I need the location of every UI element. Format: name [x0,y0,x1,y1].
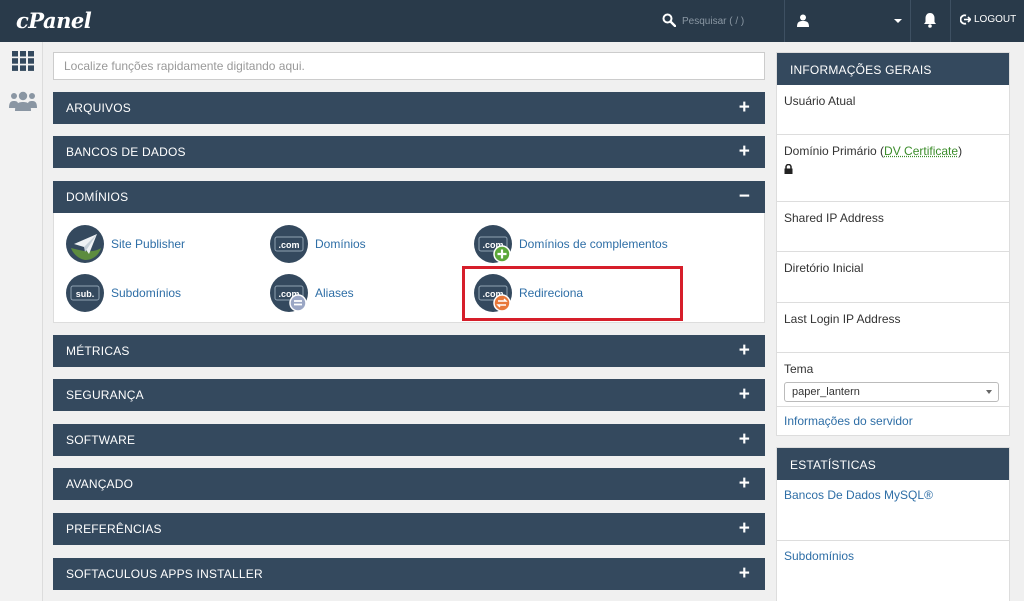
dot-com-alias-icon: .com [270,274,308,312]
chevron-down-icon [986,390,992,394]
search-icon[interactable] [662,13,676,27]
section-seguranca[interactable]: SEGURANÇA + [53,379,765,411]
dv-certificate-link[interactable]: DV Certificate [884,144,958,158]
plus-icon[interactable]: + [739,335,750,366]
app-dominios[interactable]: .com Domínios [269,224,366,264]
section-label: ARQUIVOS [66,101,131,115]
header-divider [910,0,911,42]
section-software[interactable]: SOFTWARE + [53,424,765,456]
app-aliases[interactable]: .com Aliases [269,273,354,313]
section-label: SOFTWARE [66,433,136,447]
section-label: AVANÇADO [66,477,134,491]
stats-row-mysql: Bancos De Dados MySQL® [777,480,1009,541]
usuario-atual-label: Usuário Atual [784,94,856,108]
app-label: Subdomínios [111,286,182,300]
section-preferencias[interactable]: PREFERÊNCIAS + [53,513,765,545]
mysql-stat-link[interactable]: Bancos De Dados MySQL® [784,488,933,502]
dot-com-text: .com [278,240,299,250]
plus-icon[interactable]: + [739,513,750,544]
logout-button[interactable]: LOGOUT [960,14,1016,25]
section-bancos-de-dados[interactable]: BANCOS DE DADOS + [53,136,765,168]
minus-icon[interactable]: − [739,181,750,212]
info-row-dominio: Domínio Primário (DV Certificate) [777,135,1009,202]
app-label: Domínios [315,237,366,251]
app-dominios-de-complementos[interactable]: .com Domínios de complementos [473,224,668,264]
cpanel-logo[interactable]: cPanel [16,8,92,33]
user-icon[interactable] [797,14,809,27]
info-row-diretorio: Diretório Inicial [777,252,1009,303]
app-label: Domínios de complementos [519,237,668,251]
highlight-box [462,266,683,321]
section-label: MÉTRICAS [66,344,130,358]
header-divider [784,0,785,42]
quick-search-input[interactable] [53,52,765,80]
grid-icon[interactable] [12,51,34,71]
stats-title: ESTATÍSTICAS [777,448,1009,480]
plus-icon[interactable]: + [739,424,750,455]
section-arquivos[interactable]: ARQUIVOS + [53,92,765,124]
info-row-tema: Tema paper_lantern [777,353,1009,407]
section-label: SOFTACULOUS APPS INSTALLER [66,567,263,581]
diretorio-inicial-label: Diretório Inicial [784,261,864,275]
bell-icon[interactable] [923,12,937,28]
top-bar: cPanel LOGOUT [0,0,1024,42]
dot-com-icon: .com [270,225,308,263]
dot-com-add-icon: .com [474,225,512,263]
general-info-panel: INFORMAÇÕES GERAIS Usuário Atual Domínio… [776,52,1010,436]
lock-icon [784,164,793,174]
app-subdominios[interactable]: sub. Subdomínios [65,273,181,313]
app-label: Site Publisher [111,237,186,251]
left-sidebar [0,42,43,601]
stats-panel: ESTATÍSTICAS Bancos De Dados MySQL® Subd… [776,447,1010,601]
server-info-link[interactable]: Informações do servidor [784,414,913,428]
section-label: BANCOS DE DADOS [66,145,186,159]
general-info-title: INFORMAÇÕES GERAIS [777,53,1009,85]
section-label: DOMÍNIOS [66,190,129,204]
shared-ip-label: Shared IP Address [784,211,884,225]
section-avancado[interactable]: AVANÇADO + [53,468,765,500]
section-label: PREFERÊNCIAS [66,522,162,536]
last-login-label: Last Login IP Address [784,312,901,326]
plus-icon[interactable]: + [739,468,750,499]
header-divider [950,0,951,42]
section-metricas[interactable]: MÉTRICAS + [53,335,765,367]
info-row-server: Informações do servidor [777,407,1009,436]
plus-icon[interactable]: + [739,558,750,589]
logout-label: LOGOUT [974,14,1017,25]
sub-text: sub. [76,289,95,299]
section-softaculous[interactable]: SOFTACULOUS APPS INSTALLER + [53,558,765,590]
plus-icon[interactable]: + [739,136,750,167]
plus-icon[interactable]: + [739,379,750,410]
info-row-shared-ip: Shared IP Address [777,202,1009,252]
logout-icon [960,14,971,25]
stats-row-subdominios: Subdomínios [777,541,1009,571]
plus-icon[interactable]: + [739,92,750,123]
app-site-publisher[interactable]: Site Publisher [65,224,185,264]
dominio-primario-label: Domínio Primário (DV Certificate) [784,144,963,158]
users-icon[interactable] [9,91,37,111]
section-label: SEGURANÇA [66,388,144,402]
header-search-input[interactable] [682,12,782,30]
paper-plane-icon [66,225,104,263]
info-row-usuario: Usuário Atual [777,85,1009,135]
subdominios-stat-link[interactable]: Subdomínios [784,549,854,563]
app-label: Aliases [315,286,354,300]
chevron-down-icon[interactable] [894,19,902,23]
tema-label: Tema [784,362,814,376]
theme-select-value: paper_lantern [792,386,860,398]
info-row-last-login: Last Login IP Address [777,303,1009,353]
subdomain-icon: sub. [66,274,104,312]
section-dominios[interactable]: DOMÍNIOS − [53,181,765,213]
theme-select[interactable]: paper_lantern [784,382,999,402]
